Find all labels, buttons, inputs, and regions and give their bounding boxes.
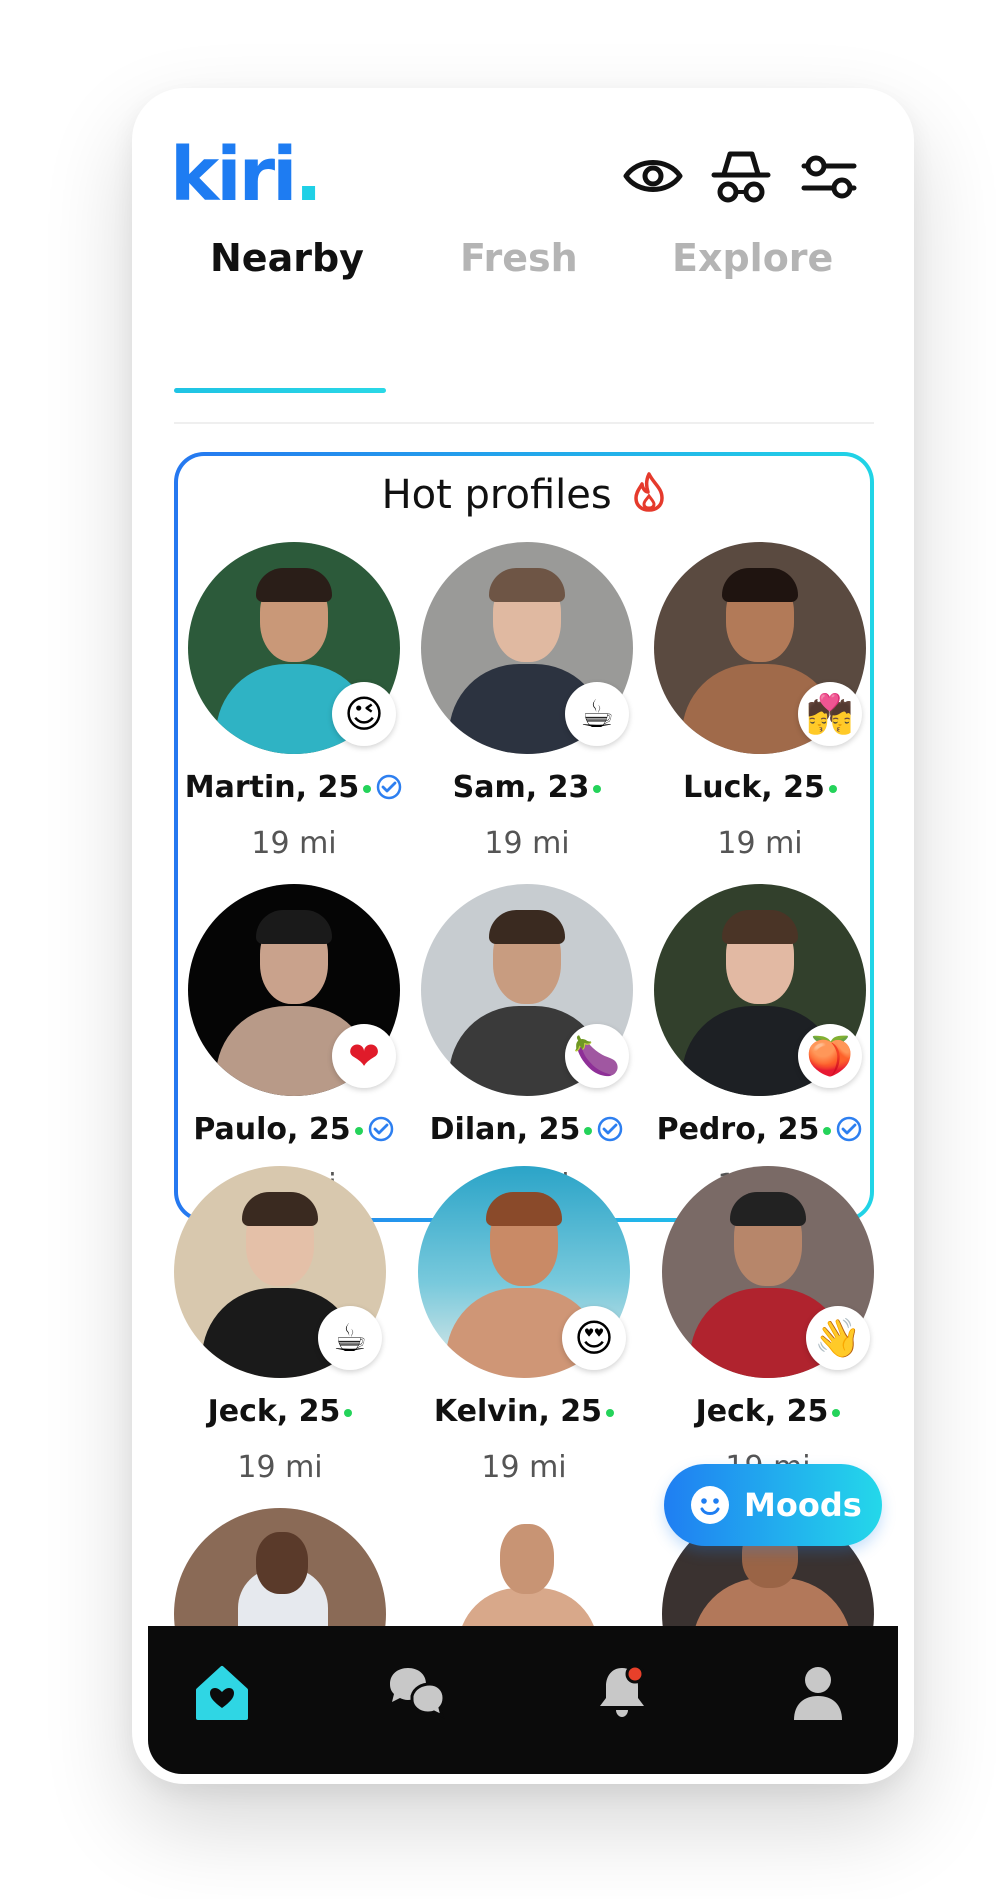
mood-emoji-badge: ☕: [318, 1306, 382, 1370]
moods-button-label: Moods: [744, 1486, 862, 1524]
online-dot: [584, 1126, 593, 1135]
phone-screen: kiri. Nearby Fresh Explore Hot profiles: [132, 88, 914, 1784]
profile-name: Sam, 23: [401, 770, 653, 805]
hot-profiles-heading: Hot profiles: [178, 472, 870, 518]
online-dot: [828, 784, 837, 793]
mood-emoji-badge: 🍑: [798, 1024, 862, 1088]
mood-emoji-badge: 💏: [798, 682, 862, 746]
profile-distance: 19 mi: [251, 826, 337, 861]
tab-fresh[interactable]: Fresh: [460, 236, 578, 280]
profile-name: Kelvin, 25: [398, 1394, 650, 1429]
hot-profiles-panel: Hot profiles 😉 Martin, 25 19 mi ☕ Sam, 2…: [174, 452, 874, 1222]
bottom-nav-bar: [148, 1626, 898, 1774]
tab-nearby[interactable]: Nearby: [210, 236, 364, 280]
online-dot: [354, 1126, 363, 1135]
bell-icon[interactable]: [592, 1662, 652, 1722]
verified-check-icon: [376, 774, 402, 800]
mood-emoji-badge: 🍆: [565, 1024, 629, 1088]
home-heart-icon[interactable]: [192, 1662, 252, 1722]
moods-button[interactable]: Moods: [664, 1464, 882, 1546]
profile-name: Jeck, 25: [154, 1394, 406, 1429]
header-divider: [174, 422, 874, 424]
online-dot: [606, 1408, 615, 1417]
mood-emoji-badge: 👋: [806, 1306, 870, 1370]
tab-bar: Nearby Fresh Explore: [174, 236, 874, 396]
smiley-icon: [691, 1486, 729, 1524]
active-tab-underline: [174, 388, 386, 393]
chat-bubbles-icon[interactable]: [386, 1662, 446, 1722]
verified-check-icon: [837, 1116, 862, 1142]
mood-emoji-badge: 😉: [332, 682, 396, 746]
app-logo: kiri.: [170, 132, 323, 218]
online-dot: [344, 1408, 353, 1417]
profile-name: Dilan, 25: [401, 1112, 653, 1147]
profile-distance: 19 mi: [717, 826, 803, 861]
user-icon[interactable]: [788, 1662, 848, 1722]
eye-icon[interactable]: [622, 148, 684, 204]
online-dot: [823, 1126, 832, 1135]
mood-emoji-badge: ❤: [332, 1024, 396, 1088]
profile-name: Martin, 25: [168, 770, 420, 805]
online-dot: [593, 784, 602, 793]
notification-badge: [625, 1664, 645, 1684]
profile-distance: 19 mi: [484, 826, 570, 861]
mood-emoji-badge: ☕: [565, 682, 629, 746]
profile-distance: 19 mi: [481, 1450, 567, 1485]
tab-explore[interactable]: Explore: [672, 236, 833, 280]
profile-name: Luck, 25: [634, 770, 886, 805]
online-dot: [832, 1408, 841, 1417]
profile-name: Pedro, 25: [634, 1112, 886, 1147]
online-dot: [363, 784, 372, 793]
verified-check-icon: [368, 1116, 393, 1142]
fire-icon: [632, 472, 666, 512]
mood-emoji-badge: 😍: [562, 1306, 626, 1370]
profile-distance: 19 mi: [237, 1450, 323, 1485]
incognito-icon[interactable]: [710, 148, 772, 204]
profile-name: Jeck, 25: [642, 1394, 894, 1429]
verified-check-icon: [598, 1116, 623, 1142]
profile-name: Paulo, 25: [168, 1112, 420, 1147]
filter-sliders-icon[interactable]: [798, 148, 860, 204]
